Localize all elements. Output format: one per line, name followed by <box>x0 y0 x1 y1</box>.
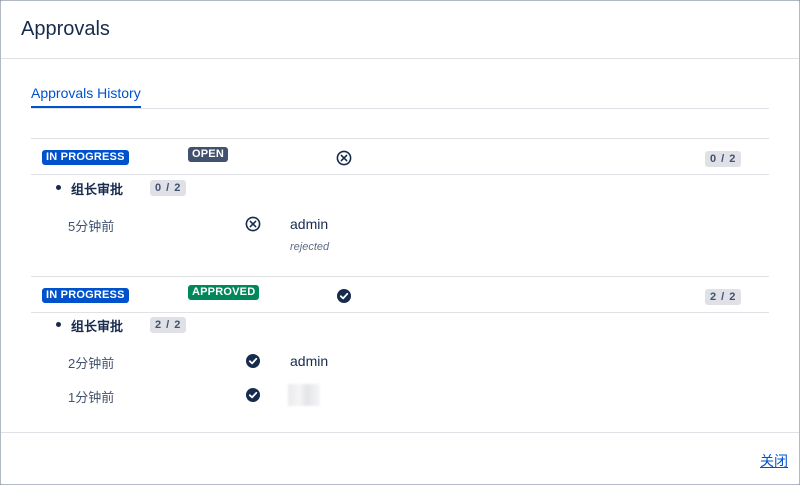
dialog-footer: 关闭 <box>1 432 799 485</box>
list-bullet <box>56 185 61 190</box>
status-lozenge: IN PROGRESS <box>42 150 129 165</box>
check-circle-icon <box>245 353 261 369</box>
approver-name: admin <box>290 216 329 232</box>
tab-approvals-history[interactable]: Approvals History <box>31 85 141 108</box>
divider <box>31 174 769 175</box>
divider <box>31 138 769 139</box>
dialog-header: Approvals <box>1 1 799 59</box>
divider <box>31 312 769 313</box>
step-count-badge: 2 / 2 <box>150 317 187 333</box>
approval-step-name: 组长审批 <box>71 319 124 334</box>
tab-bar: Approvals History <box>31 85 769 109</box>
check-circle-icon <box>245 387 261 403</box>
decision-lozenge: OPEN <box>188 147 228 162</box>
list-bullet <box>56 322 61 327</box>
approval-comment: rejected <box>290 241 330 253</box>
approval-time: 2分钟前 <box>68 356 115 371</box>
decision-lozenge: APPROVED <box>188 285 260 300</box>
approval-count-badge: 0 / 2 <box>705 151 742 167</box>
approvals-dialog: Approvals Approvals History IN PROGRESS … <box>0 0 800 485</box>
approval-time: 1分钟前 <box>68 390 115 405</box>
circle-x-icon <box>245 216 261 232</box>
redacted-approver <box>288 384 320 406</box>
close-link[interactable]: 关闭 <box>760 451 788 471</box>
check-circle-icon <box>336 288 352 304</box>
dialog-title: Approvals <box>21 18 110 40</box>
approval-step-name: 组长审批 <box>71 182 124 197</box>
approval-count-badge: 2 / 2 <box>705 289 742 305</box>
circle-x-icon <box>336 150 352 166</box>
approval-time: 5分钟前 <box>68 219 115 234</box>
approver-name: admin <box>290 353 329 369</box>
step-count-badge: 0 / 2 <box>150 180 187 196</box>
status-lozenge: IN PROGRESS <box>42 288 129 303</box>
divider <box>31 276 769 277</box>
